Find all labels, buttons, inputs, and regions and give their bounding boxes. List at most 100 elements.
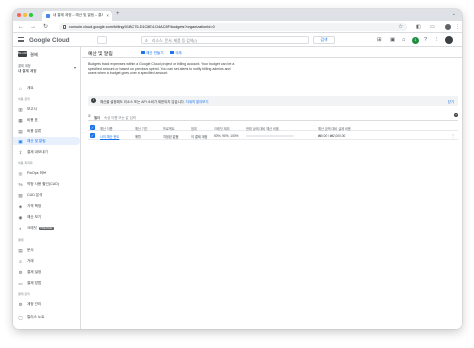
bookmark-star-icon[interactable]: ☆	[398, 24, 403, 30]
filter-bar[interactable]: ≡ 필터 속성 이름 또는 값 입력 ?	[88, 112, 458, 121]
sidebar-item-label: 예산 및 알림	[27, 139, 46, 143]
sidebar-item-label: CUD 분석	[27, 193, 43, 197]
column-header[interactable]: 현재 상태 대비 예산 비율	[246, 126, 279, 131]
sidebar-item-label: 릴리스 노트	[27, 315, 45, 319]
search-placeholder: 리소스, 문서, 제품 등 검색(/)	[152, 39, 197, 43]
intro-text: Budgets track expenses within a Google C…	[88, 62, 235, 76]
banner-text: 예산을 설정해도 리소스 또는 API 소비가 제한되지 않습니다.	[100, 100, 185, 104]
breakdown-icon: ▤	[18, 128, 23, 134]
banner-text-wrap: 예산을 설정해도 리소스 또는 API 소비가 제한되지 않습니다. 자세히 알…	[100, 99, 208, 104]
sidebar-item-budget-view[interactable]: ◉ 예산 보기	[13, 213, 80, 221]
bar-chart-icon: ▥	[18, 106, 23, 112]
maximize-window-icon[interactable]	[29, 13, 33, 17]
price-tag-icon: ◈	[18, 203, 23, 209]
sidebar-item-payment-settings[interactable]: ⚙ 결제 설정	[13, 268, 80, 276]
tab-list-chevron-icon[interactable]: ⌄	[452, 11, 456, 17]
search-input[interactable]: ⌕ 리소스, 문서, 제품 등 검색(/)	[141, 36, 309, 44]
sidebar-item-label: 가격 책정	[27, 204, 42, 208]
bell-icon: ▣	[18, 138, 23, 144]
sidebar-item-documents[interactable]: ▤ 문서	[13, 246, 80, 254]
sidebar-item-pricing[interactable]: ◈ 가격 책정	[13, 202, 80, 210]
cloud-shell-icon[interactable]: ▣	[390, 37, 395, 43]
column-header[interactable]: 예산 이름	[100, 126, 113, 131]
google-cloud-logo[interactable]: Google Cloud	[29, 37, 70, 44]
column-header[interactable]: 예산 금액 대비 실제 비용	[318, 126, 351, 131]
url-text: console.cloud.google.com/billing/01BC75-…	[69, 24, 215, 29]
reload-icon[interactable]: ↻	[43, 24, 48, 31]
browser-profile-icon[interactable]	[445, 24, 451, 30]
notification-badge[interactable]: 1	[412, 36, 419, 44]
sidebar-item-overview[interactable]: ⌂ 개요	[13, 84, 80, 92]
budget-amount: ₩0.00 / ₩2,000.00	[318, 134, 346, 138]
sidebar-item-label-wrap: 크레딧 PREVIEW	[27, 226, 54, 231]
sidebar-item-cud[interactable]: % 약정 사용 할인(CUD)	[13, 180, 80, 188]
address-bar-row: ← → ↻ console.cloud.google.com/billing/0…	[13, 21, 462, 33]
close-window-icon[interactable]	[17, 13, 21, 17]
column-header[interactable]: 범위	[191, 126, 197, 131]
sidebar: BILLING 결제 결제 계정 내 결제 계정 ▾ ⌂ 개요 비용 관리 ▥ …	[13, 47, 81, 329]
address-bar[interactable]: console.cloud.google.com/billing/01BC75-…	[59, 23, 407, 31]
budget-project: 지정된 없음	[163, 135, 179, 139]
info-banner: ! 예산을 설정해도 리소스 또는 API 소비가 제한되지 않습니다. 자세히…	[88, 96, 458, 106]
sidebar-item-label: 비용 표	[27, 118, 38, 122]
avatar[interactable]	[445, 36, 453, 44]
tab-close-icon[interactable]: ×	[106, 13, 109, 18]
column-header[interactable]: 크레딧 제외	[214, 126, 230, 131]
sidebar-release-notes[interactable]: ▢ 릴리스 노트	[13, 313, 80, 321]
transactions-icon: ≡	[19, 258, 22, 264]
sidebar-title: 결제	[30, 51, 38, 57]
row-checkbox[interactable]: ✓	[90, 133, 95, 138]
main-menu-icon[interactable]	[18, 37, 24, 42]
column-header[interactable]: 예산 기간	[135, 126, 148, 131]
browser-tab[interactable]: 내 결제 계정 – 예산 및 알림 – 결제 – Google Cloud ×	[42, 11, 112, 21]
sidepanel-icon[interactable]: ▭	[430, 24, 435, 30]
sidebar-item-billing-export[interactable]: ⇪ 결제 내보내기	[13, 148, 80, 156]
sidebar-item-finops-hub[interactable]: ◎ FinOps 허브	[13, 169, 80, 177]
new-tab-icon[interactable]: +	[116, 11, 120, 17]
sidebar-item-label: 예산 보기	[27, 215, 42, 219]
sidebar-item-cost-breakdown[interactable]: ▤ 비용 분류	[13, 127, 80, 135]
project-picker[interactable]	[97, 36, 107, 44]
sidebar-item-account-management[interactable]: ⚙ 계정 관리	[13, 300, 80, 308]
table-row[interactable]: ✓ 나의 예산 한도 매월 지정된 없음 이 결제 계정 50%, 90%, 1…	[88, 131, 458, 140]
filter-input[interactable]: 속성 이름 또는 값 입력	[104, 115, 136, 120]
table-icon: ▦	[18, 117, 23, 123]
notifications-icon[interactable]: ⌂	[402, 37, 405, 43]
more-options-icon[interactable]: ⋮	[434, 37, 440, 43]
gear-icon: ⚙	[18, 301, 23, 307]
filter-icon: ≡	[88, 113, 91, 118]
sidebar-item-transactions[interactable]: ≡ 거래	[13, 257, 80, 265]
budget-period: 매월	[135, 135, 141, 139]
budget-name-link[interactable]: 나의 예산 한도	[100, 134, 119, 139]
sidebar-item-budgets-alerts[interactable]: ▣ 예산 및 알림	[13, 137, 80, 145]
create-budget-label: 예산 만들기	[146, 50, 164, 55]
forward-icon[interactable]: →	[30, 24, 36, 31]
select-all-checkbox[interactable]: ✓	[90, 124, 95, 130]
column-help-icon[interactable]: ?	[454, 113, 458, 117]
search-button[interactable]: 검색	[313, 36, 335, 44]
billing-account-selector[interactable]: 결제 계정 내 결제 계정 ▾	[18, 63, 78, 74]
sidebar-item-cost-table[interactable]: ▦ 비용 표	[13, 116, 80, 124]
banner-learn-more-link[interactable]: 자세히 알아보기	[186, 100, 209, 104]
account-label: 결제 계정	[18, 64, 31, 68]
gift-icon[interactable]: ⊞	[377, 37, 382, 43]
sidebar-item-reports[interactable]: ▥ 보고서	[13, 105, 80, 113]
column-header[interactable]: 프로젝트	[163, 126, 175, 131]
row-menu-icon[interactable]: ⋮	[451, 133, 455, 138]
sidebar-item-cud-analysis[interactable]: ▧ CUD 분석	[13, 191, 80, 199]
budget-thresholds: 50%, 90%, 100%	[214, 134, 239, 138]
delete-button[interactable]: 삭제	[170, 50, 182, 56]
browser-window: 내 결제 계정 – 예산 및 알림 – 결제 – Google Cloud × …	[13, 9, 462, 329]
minimize-window-icon[interactable]	[23, 13, 27, 17]
sidebar-item-payment-method[interactable]: ▭ 결제 방법	[13, 279, 80, 287]
sidebar-item-credits[interactable]: ◐ 크레딧 PREVIEW	[13, 224, 80, 232]
sidebar-item-label: 결제 내보내기	[27, 150, 48, 154]
info-icon: !	[91, 98, 96, 103]
create-budget-button[interactable]: 예산 만들기	[141, 50, 164, 56]
search-icon: ⌕	[145, 37, 148, 44]
extensions-icon[interactable]: ◧	[416, 24, 421, 30]
back-icon[interactable]: ←	[18, 24, 24, 31]
browser-menu-icon[interactable]: ⋮	[455, 24, 460, 30]
help-icon[interactable]: ?	[424, 37, 427, 43]
banner-close-button[interactable]: 닫기	[448, 99, 454, 104]
